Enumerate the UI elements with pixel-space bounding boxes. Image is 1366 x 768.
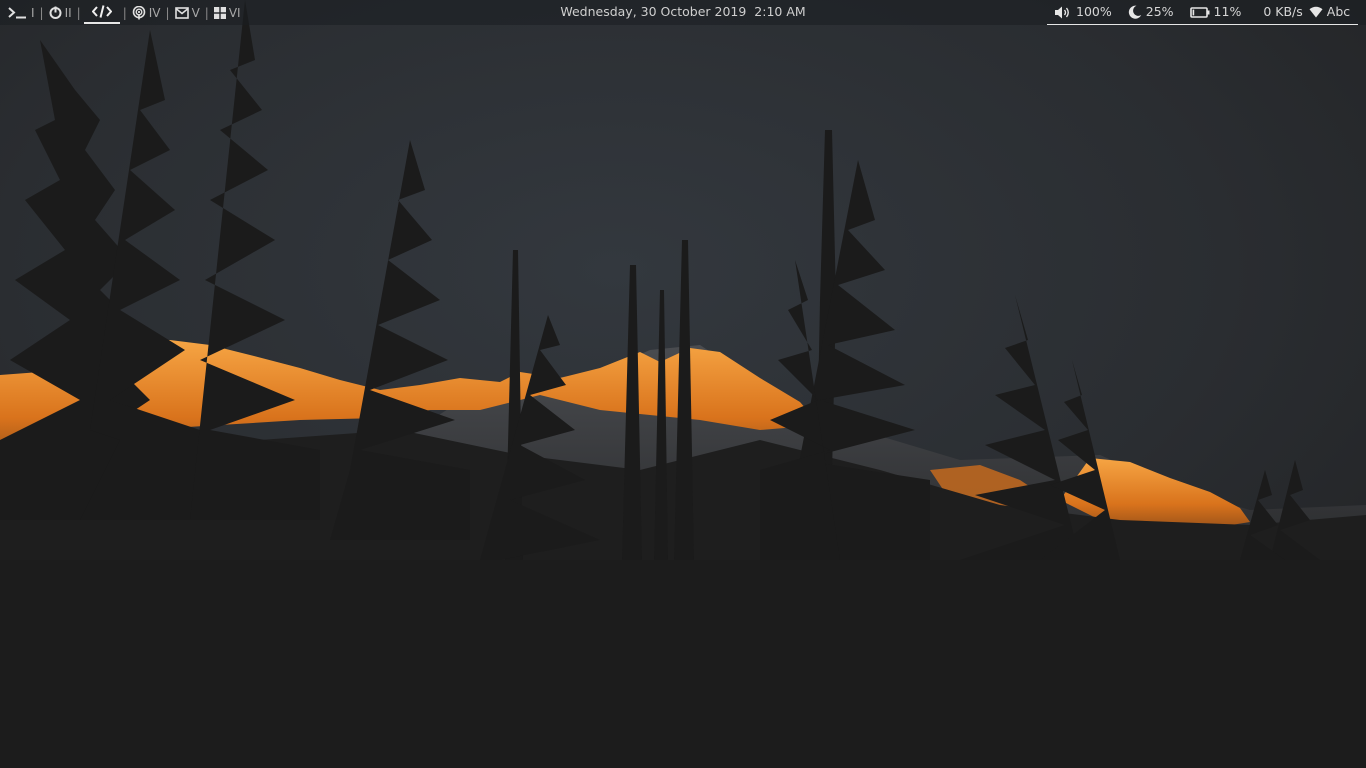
network-speed-indicator[interactable]: 0 KB/s <box>1263 0 1302 24</box>
night-light-value: 25% <box>1145 4 1174 19</box>
battery-value: 11% <box>1213 4 1242 19</box>
separator: | <box>76 5 81 20</box>
workspace-5-button[interactable]: V <box>173 1 202 24</box>
code-icon <box>91 5 112 18</box>
volume-icon <box>1054 6 1072 19</box>
status-area: 100% 25% 11% 0 KB/s Abc <box>1047 0 1358 25</box>
volume-indicator[interactable]: 100% <box>1054 0 1112 24</box>
workspace-1-label: I <box>31 5 35 20</box>
night-light-indicator[interactable]: 25% <box>1128 0 1174 24</box>
podcast-icon <box>132 5 146 20</box>
separator: | <box>39 5 44 20</box>
battery-icon <box>1189 6 1210 18</box>
separator: | <box>204 5 209 20</box>
workspace-2-button[interactable]: II <box>47 1 74 24</box>
power-refresh-icon <box>49 6 62 19</box>
wifi-indicator[interactable]: Abc <box>1309 0 1350 24</box>
clock[interactable]: Wednesday, 30 October 2019 2:10 AM <box>483 0 883 24</box>
separator: | <box>165 5 170 20</box>
top-panel: I | II | | IV | V | VI Wednesday, 30 Oct… <box>0 0 1366 25</box>
volume-value: 100% <box>1076 4 1112 19</box>
keyboard-layout-value[interactable]: Abc <box>1327 0 1350 24</box>
desktop[interactable]: I | II | | IV | V | VI Wednesday, 30 Oct… <box>0 0 1366 768</box>
workspace-1-button[interactable]: I <box>6 1 37 24</box>
workspace-switcher: I | II | | IV | V | VI <box>6 0 243 25</box>
workspace-5-label: V <box>191 5 200 20</box>
separator: | <box>122 5 127 20</box>
network-speed-value: 0 KB/s <box>1263 4 1303 19</box>
workspace-4-button[interactable]: IV <box>130 1 163 24</box>
battery-indicator[interactable]: 11% <box>1189 0 1242 24</box>
windows-grid-icon <box>213 6 226 19</box>
terminal-icon <box>8 6 28 19</box>
workspace-3-button[interactable] <box>83 1 120 24</box>
workspace-4-label: IV <box>148 5 161 20</box>
wallpaper-image <box>0 0 1366 768</box>
workspace-2-label: II <box>64 5 72 20</box>
mail-icon <box>174 6 189 19</box>
workspace-6-button[interactable]: VI <box>212 1 243 24</box>
wifi-icon <box>1309 6 1323 18</box>
moon-icon <box>1128 5 1142 19</box>
workspace-6-label: VI <box>228 5 241 20</box>
